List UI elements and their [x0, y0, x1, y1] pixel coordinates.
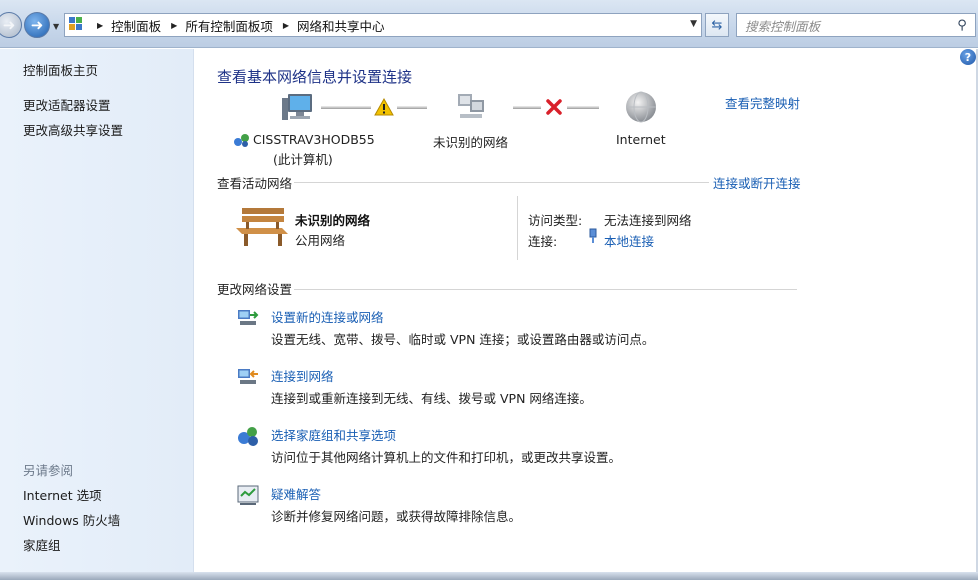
- warning-icon: [374, 98, 394, 116]
- network-category[interactable]: 公用网络: [295, 230, 345, 249]
- divider: [294, 289, 797, 290]
- address-dropdown-icon[interactable]: ▼: [690, 19, 697, 29]
- computer-sub-label: (此计算机): [273, 152, 333, 167]
- breadcrumb-network-center[interactable]: 网络和共享中心: [297, 16, 385, 35]
- link-connect-disconnect[interactable]: 连接或断开连接: [713, 173, 801, 192]
- see-also-heading: 另请参阅: [23, 463, 74, 478]
- link-windows-firewall[interactable]: Windows 防火墙: [23, 510, 120, 529]
- bench-icon: [236, 208, 288, 246]
- crumb-separator-icon[interactable]: ▶: [171, 21, 177, 30]
- breadcrumb-all-items[interactable]: 所有控制面板项: [185, 16, 273, 35]
- divider: [517, 196, 518, 260]
- page-title: 查看基本网络信息并设置连接: [217, 68, 413, 86]
- help-icon[interactable]: ?: [960, 49, 976, 65]
- connection-label: 连接:: [528, 234, 558, 249]
- homegroup-icon: [238, 427, 258, 446]
- link-troubleshoot[interactable]: 疑难解答: [271, 484, 321, 503]
- network-icon: [458, 94, 484, 118]
- divider: [294, 182, 709, 183]
- active-networks-heading: 查看活动网络: [217, 176, 293, 191]
- computer-name: CISSTRAV3HODB55: [253, 132, 375, 147]
- link-local-connection[interactable]: 本地连接: [604, 231, 654, 250]
- task-description: 设置无线、宽带、拨号、临时或 VPN 连接；或设置路由器或访问点。: [271, 332, 655, 347]
- globe-icon: [626, 91, 656, 123]
- back-arrow-icon[interactable]: ➜: [0, 12, 22, 38]
- control-panel-icon: [69, 17, 87, 33]
- link-line: [567, 106, 599, 109]
- computer-network-small-icon: [234, 134, 249, 147]
- link-change-advanced-sharing[interactable]: 更改高级共享设置: [23, 120, 123, 139]
- task-description: 连接到或重新连接到无线、有线、拨号或 VPN 网络连接。: [271, 391, 592, 406]
- crumb-separator-icon: ▶: [97, 20, 104, 30]
- network-map: CISSTRAV3HODB55 (此计算机) 未识别的网络 Internet: [217, 88, 807, 168]
- link-internet-options[interactable]: Internet 选项: [23, 485, 102, 504]
- access-type-label: 访问类型:: [528, 213, 583, 228]
- task-pane: 控制面板主页 更改适配器设置 更改高级共享设置 另请参阅 Internet 选项…: [0, 49, 194, 580]
- recent-pages-dropdown[interactable]: ▼: [53, 22, 59, 31]
- error-x-icon: [546, 99, 562, 115]
- crumb-separator-icon[interactable]: ▶: [283, 21, 289, 30]
- link-change-adapter-settings[interactable]: 更改适配器设置: [23, 95, 111, 114]
- unidentified-network-label: 未识别的网络: [433, 135, 509, 150]
- search-icon[interactable]: ⚲: [953, 18, 971, 33]
- link-homegroup[interactable]: 家庭组: [23, 535, 61, 554]
- computer-icon: [282, 94, 312, 120]
- address-bar[interactable]: ▶ 控制面板 ▶ 所有控制面板项 ▶ 网络和共享中心 ▼: [64, 13, 702, 37]
- access-type-value: 无法连接到网络: [604, 213, 692, 228]
- forward-arrow-icon[interactable]: ➜: [24, 12, 50, 38]
- internet-label: Internet: [616, 132, 666, 147]
- search-input[interactable]: 搜索控制面板: [745, 16, 953, 35]
- link-line: [321, 106, 371, 109]
- link-setup-new-connection[interactable]: 设置新的连接或网络: [271, 307, 384, 326]
- link-connect-to-network[interactable]: 连接到网络: [271, 366, 334, 385]
- address-toolbar: ➜ ➜ ▼ ▶ 控制面板 ▶ 所有控制面板项 ▶ 网络和共享中心 ▼ ⇆ 搜索控…: [0, 0, 978, 48]
- link-control-panel-home[interactable]: 控制面板主页: [23, 60, 98, 79]
- breadcrumb-control-panel[interactable]: 控制面板: [111, 16, 161, 35]
- troubleshoot-icon: [237, 485, 259, 505]
- refresh-icon[interactable]: ⇆: [705, 13, 729, 37]
- link-homegroup-sharing[interactable]: 选择家庭组和共享选项: [271, 425, 396, 444]
- search-box[interactable]: 搜索控制面板 ⚲: [736, 13, 976, 37]
- ethernet-plug-icon: [589, 228, 597, 243]
- task-description: 诊断并修复网络问题，或获得故障排除信息。: [271, 509, 522, 524]
- connect-network-icon: [238, 369, 258, 384]
- active-network-name: 未识别的网络: [295, 213, 371, 228]
- setup-connection-icon: [238, 310, 259, 325]
- link-line: [513, 106, 541, 109]
- change-settings-heading: 更改网络设置: [217, 282, 293, 297]
- link-line: [397, 106, 427, 109]
- task-description: 访问位于其他网络计算机上的文件和打印机，或更改共享设置。: [271, 450, 622, 465]
- window-bottom-edge: [0, 572, 978, 580]
